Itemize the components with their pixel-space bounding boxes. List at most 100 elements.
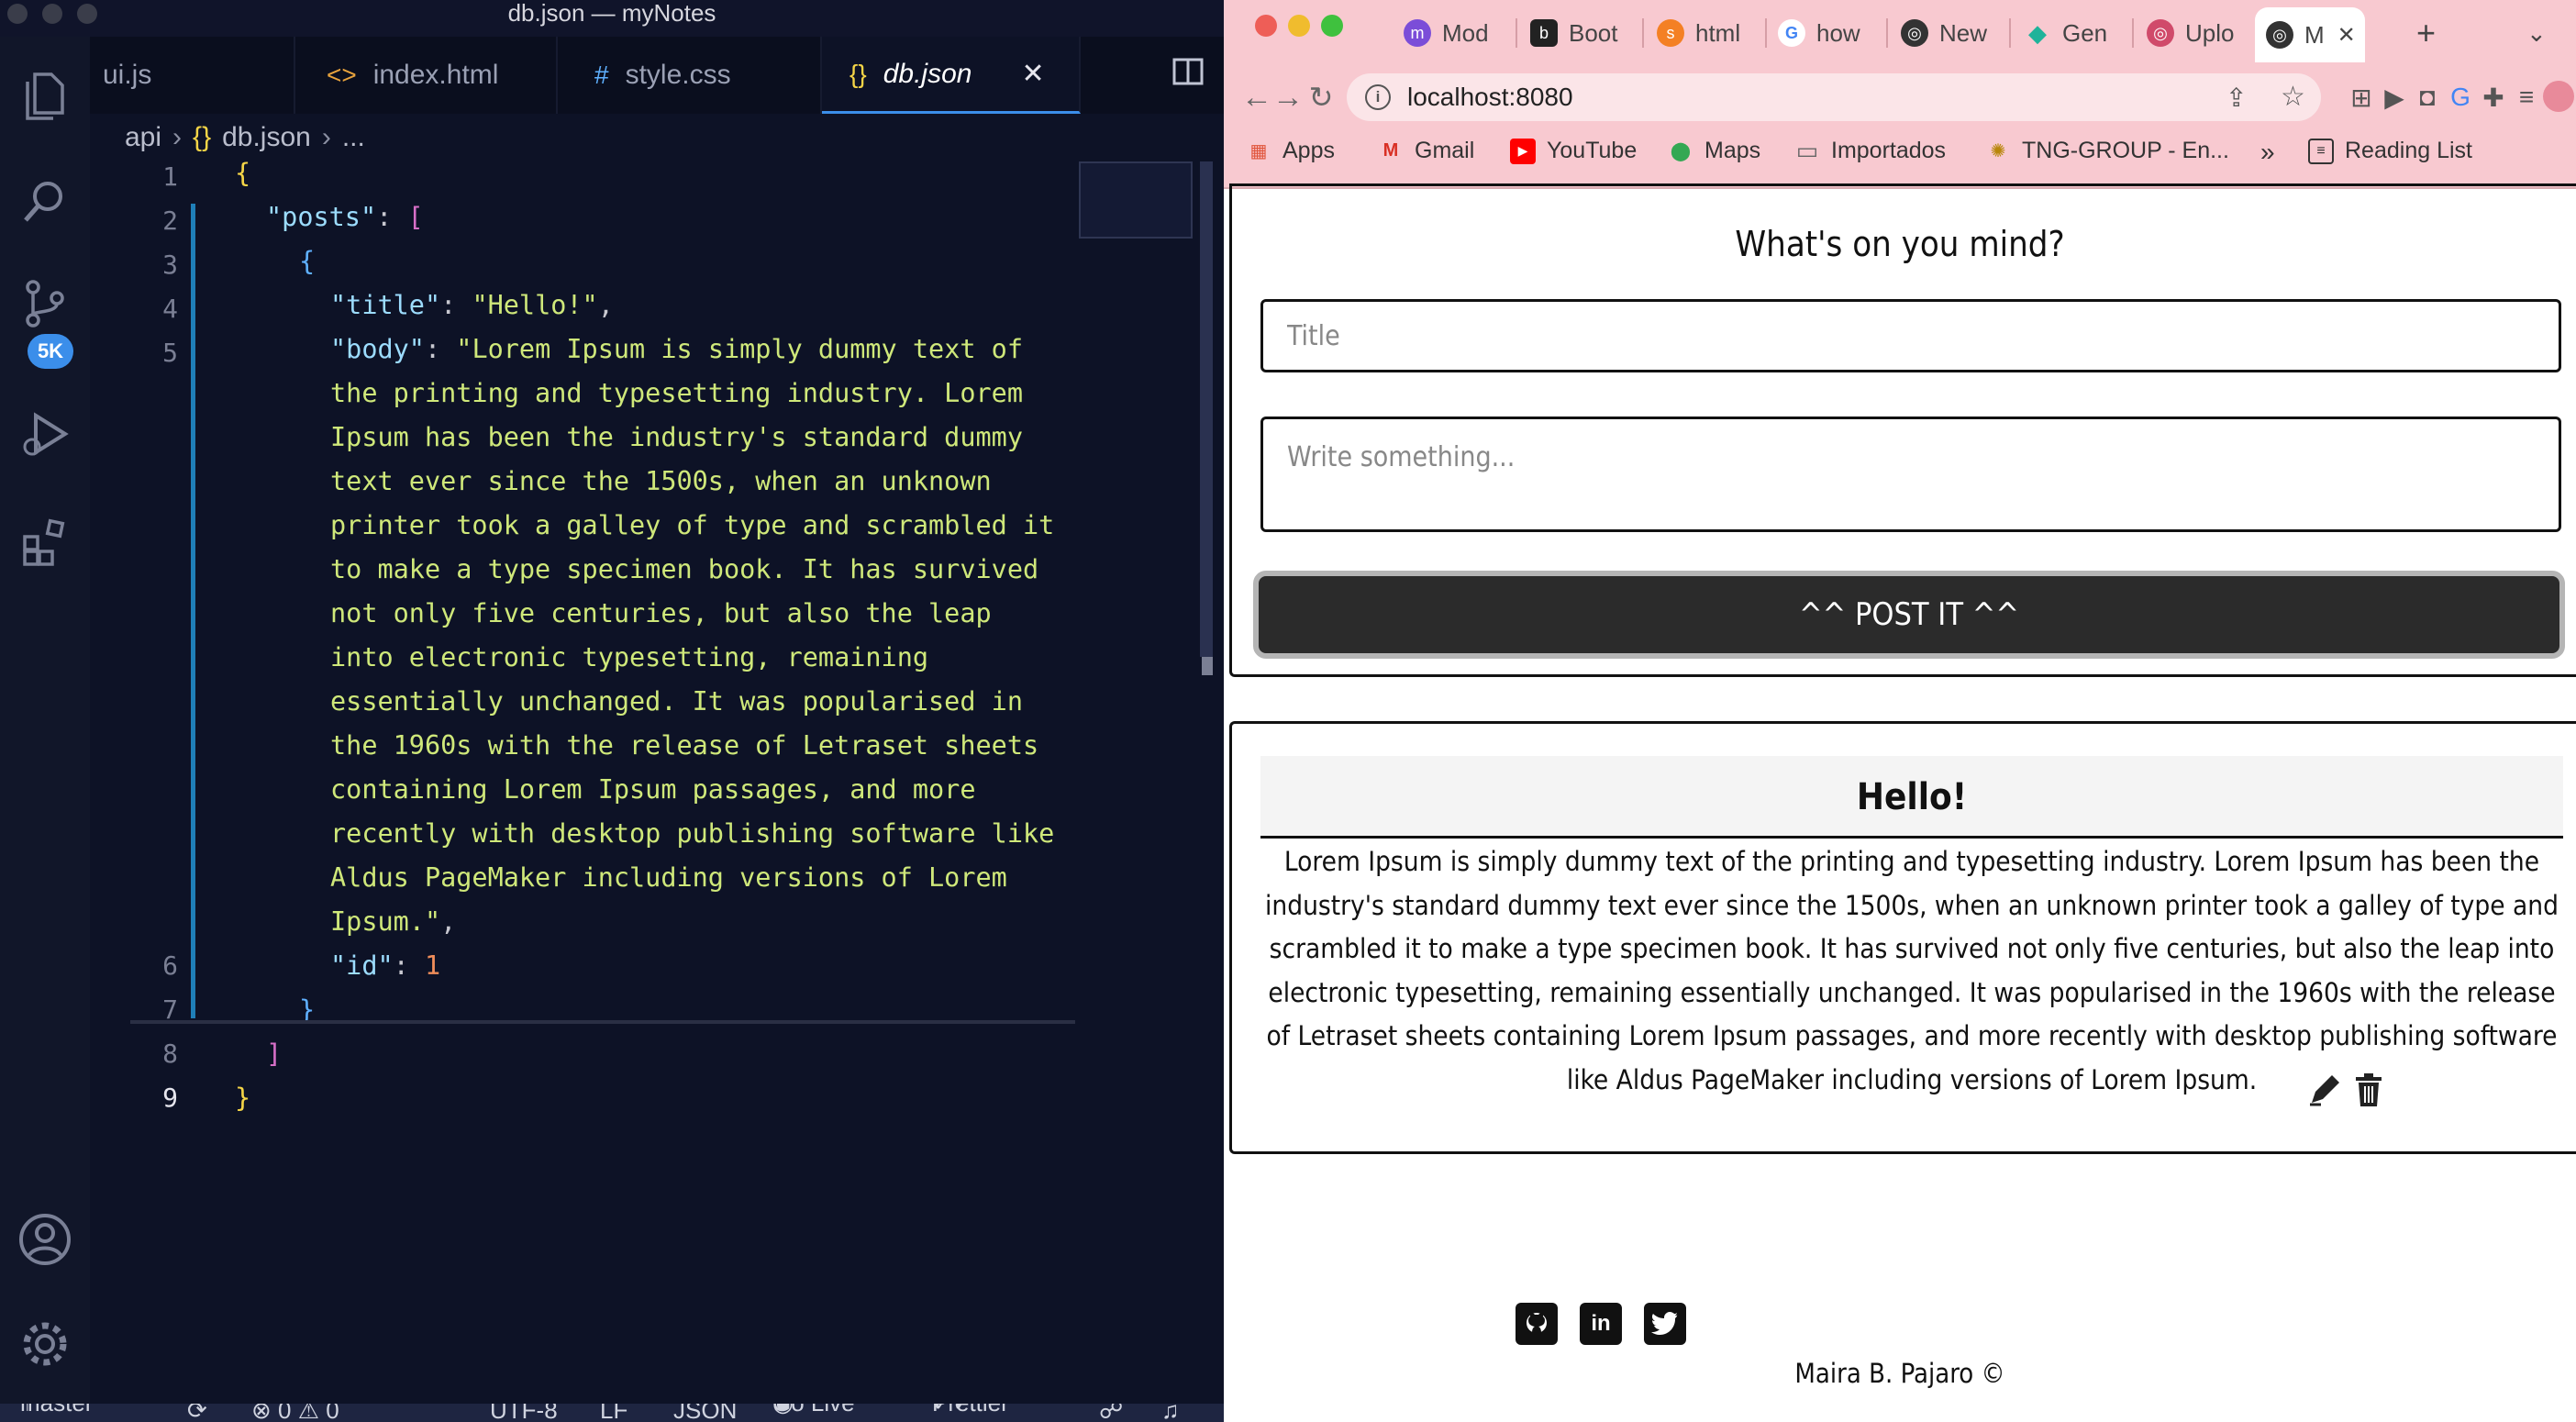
zoom-window-button[interactable]: [1321, 15, 1343, 37]
split-editor-icon[interactable]: [1172, 58, 1204, 93]
tab-index-html[interactable]: <> index.html: [295, 37, 558, 114]
tab-separator: [2009, 18, 2011, 48]
code-line: ]: [266, 1039, 282, 1069]
reload-icon[interactable]: ↻: [1303, 79, 1339, 116]
delete-trash-icon[interactable]: [2350, 1072, 2387, 1108]
close-window-button[interactable]: [7, 4, 28, 24]
post-it-button[interactable]: ^^ POST IT ^^: [1253, 571, 2565, 659]
minimap[interactable]: [1079, 161, 1193, 239]
browser-tab[interactable]: ◎ Uplo: [2147, 9, 2234, 57]
youtube-icon: ▶: [1510, 138, 1536, 164]
bookmark-apps[interactable]: ▦ Apps: [1246, 138, 1335, 164]
camera-icon[interactable]: ◘: [2411, 81, 2444, 114]
share-icon[interactable]: ⇪: [2226, 83, 2247, 113]
encoding-status[interactable]: UTF-8: [490, 1404, 558, 1422]
breadcrumb: api › {} db.json › ...: [125, 117, 365, 158]
code-editor[interactable]: 1 2 3 4 5 6 7 8 9 { "posts": [ { "title"…: [90, 158, 1191, 1350]
account-icon[interactable]: [13, 1207, 77, 1272]
browser-tab[interactable]: ◎ New: [1901, 9, 1987, 57]
source-control-icon[interactable]: [13, 272, 77, 336]
bookmark-youtube[interactable]: ▶ YouTube: [1510, 138, 1637, 164]
search-icon[interactable]: [13, 169, 77, 233]
editor-scrollbar[interactable]: [1200, 161, 1213, 657]
extensions-icon[interactable]: [13, 510, 77, 574]
eol-status[interactable]: LF: [600, 1404, 627, 1422]
tab-db-json[interactable]: {} db.json ✕: [822, 37, 1081, 114]
json-token: ]: [266, 1039, 283, 1069]
tab-title: html: [1695, 18, 1741, 47]
bookmark-tng-group[interactable]: ✺ TNG-GROUP - En...: [1985, 138, 2229, 164]
new-tab-plus-icon[interactable]: +: [2416, 9, 2436, 57]
code-wrap-line: the 1960s with the release of Letraset s…: [330, 730, 1039, 761]
bookmark-star-icon[interactable]: ☆: [2281, 81, 2305, 113]
close-tab-icon[interactable]: ✕: [2337, 22, 2356, 49]
forward-arrow-icon-left[interactable]: →: [1270, 79, 1306, 116]
explorer-icon[interactable]: [13, 64, 77, 128]
address-bar[interactable]: i localhost:8080 ⇪ ☆: [1347, 73, 2321, 121]
tab-favicon-icon: ◎: [1901, 19, 1928, 47]
form-title: What's on you mind?: [1735, 224, 2065, 264]
title-input[interactable]: [1260, 299, 2561, 372]
site-info-icon[interactable]: i: [1365, 84, 1391, 110]
json-token: :: [424, 334, 457, 364]
browser-tab[interactable]: m Mod: [1404, 9, 1489, 57]
line-number: 3: [162, 250, 178, 280]
current-line-highlight: [130, 1020, 1075, 1024]
tab-favicon-icon: m: [1404, 19, 1431, 47]
settings-gear-icon[interactable]: [13, 1312, 77, 1376]
twitter-icon[interactable]: [1644, 1303, 1686, 1345]
linkedin-icon[interactable]: in: [1580, 1303, 1622, 1345]
zoom-window-button[interactable]: [77, 4, 97, 24]
close-window-button[interactable]: [1255, 15, 1277, 37]
extension-grid-icon[interactable]: ⊞: [2345, 81, 2378, 114]
bookmarks-bar: ▦ Apps M Gmail ▶ YouTube ⬤ Maps ▭ Import…: [1224, 132, 2576, 174]
bookmark-label: YouTube: [1547, 138, 1638, 163]
problems-status[interactable]: ⊗ 0 ⚠ 0: [251, 1404, 339, 1422]
minimize-window-button[interactable]: [1288, 15, 1310, 37]
browser-tab-active[interactable]: ◎ M ✕: [2255, 7, 2365, 62]
folder-icon: ▭: [1795, 137, 1819, 164]
browser-tab[interactable]: ◆ Gen: [2024, 9, 2107, 57]
url-text: localhost:8080: [1407, 83, 1573, 111]
bookmark-importados[interactable]: ▭ Importados: [1794, 137, 1946, 164]
branch-label: master*: [20, 1404, 103, 1417]
edit-icon[interactable]: [2306, 1072, 2343, 1108]
minimize-window-button[interactable]: [42, 4, 62, 24]
tab-favicon-icon: ◆: [2028, 18, 2047, 47]
breadcrumb-file[interactable]: db.json: [222, 122, 311, 153]
notifications-bell-icon[interactable]: ♫: [1161, 1404, 1180, 1422]
browser-tab[interactable]: G how: [1778, 9, 1860, 57]
bookmarks-overflow-button[interactable]: »: [2260, 138, 2275, 167]
editor-tab-bar: ui.js <> index.html # style.css {} db.js…: [90, 37, 1259, 114]
language-status[interactable]: JSON: [673, 1404, 737, 1422]
browser-tab[interactable]: s html: [1657, 9, 1740, 57]
json-file-icon: {}: [193, 122, 212, 152]
extension-play-icon[interactable]: ▶: [2378, 81, 2411, 114]
json-string: "Lorem Ipsum is simply dummy text of: [456, 334, 1023, 364]
translate-icon[interactable]: G: [2444, 81, 2477, 114]
extensions-puzzle-icon[interactable]: ✚: [2477, 81, 2510, 114]
bookmark-gmail[interactable]: M Gmail: [1378, 138, 1475, 164]
tab-style-css[interactable]: # style.css: [558, 37, 822, 114]
reading-list-button[interactable]: ≡ Reading List: [2308, 138, 2472, 164]
profile-avatar[interactable]: [2543, 81, 2574, 112]
github-icon[interactable]: [1516, 1303, 1558, 1345]
json-string: Ipsum.": [330, 906, 441, 937]
bookmark-maps[interactable]: ⬤ Maps: [1668, 138, 1760, 164]
run-debug-icon[interactable]: [13, 402, 77, 466]
breadcrumb-symbol[interactable]: ...: [342, 122, 365, 153]
media-queue-icon[interactable]: ≡: [2510, 81, 2543, 114]
browser-tab[interactable]: b Boot: [1530, 9, 1618, 57]
maps-pin-icon: ⬤: [1670, 141, 1692, 161]
tab-ui-js[interactable]: ui.js: [90, 37, 295, 114]
close-tab-icon[interactable]: ✕: [1021, 58, 1044, 90]
tab-search-chevron-icon[interactable]: ⌄: [2526, 9, 2547, 57]
activity-bar: 5K: [0, 37, 90, 1404]
vscode-window: db.json — myNotes 5K ui.js <> index.html…: [0, 0, 1259, 1422]
json-token: }: [235, 1083, 251, 1113]
json-number: 1: [424, 950, 441, 981]
sync-icon[interactable]: ⟳: [187, 1404, 207, 1422]
feedback-icon[interactable]: ☍: [1099, 1404, 1123, 1422]
breadcrumb-folder[interactable]: api: [125, 122, 161, 153]
body-textarea[interactable]: [1260, 417, 2561, 532]
